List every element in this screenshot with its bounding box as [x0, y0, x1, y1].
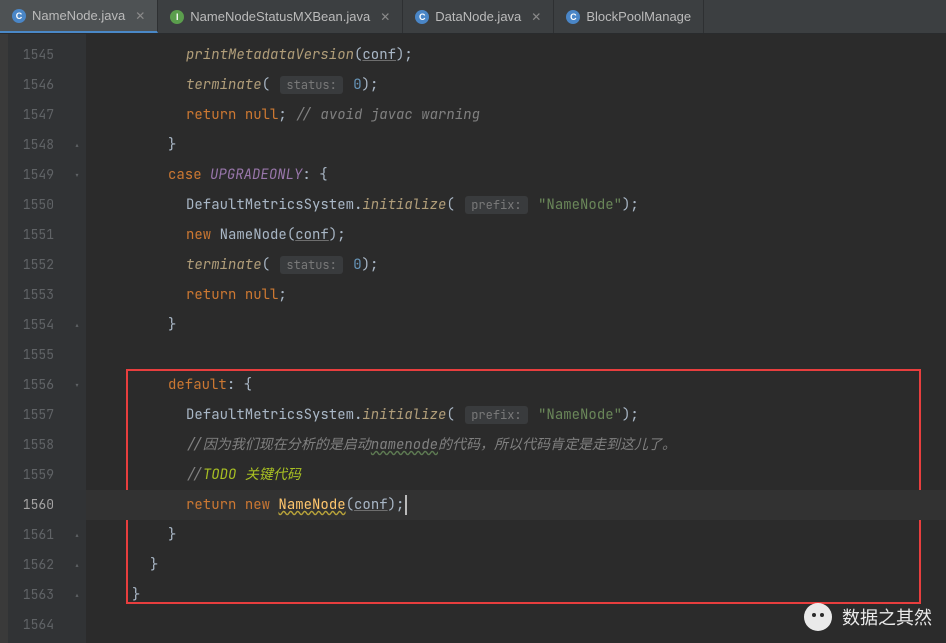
- line-number[interactable]: 1553: [8, 280, 68, 310]
- interface-icon: I: [170, 10, 184, 24]
- line-number[interactable]: 1555: [8, 340, 68, 370]
- code-line[interactable]: return new NameNode(conf);: [86, 490, 946, 520]
- line-number[interactable]: 1556: [8, 370, 68, 400]
- line-number[interactable]: 1551: [8, 220, 68, 250]
- file-tab[interactable]: I NameNodeStatusMXBean.java ✕: [158, 0, 403, 33]
- class-icon: C: [12, 9, 26, 23]
- watermark: 数据之其然: [804, 603, 932, 631]
- fold-marker-icon[interactable]: ▴: [68, 520, 86, 550]
- line-number[interactable]: 1546: [8, 70, 68, 100]
- code-line[interactable]: return null;: [86, 280, 946, 310]
- fold-marker-icon[interactable]: ▾: [68, 160, 86, 190]
- line-number[interactable]: 1560: [8, 490, 68, 520]
- line-number[interactable]: 1557: [8, 400, 68, 430]
- code-line[interactable]: case UPGRADEONLY: {: [86, 160, 946, 190]
- code-line[interactable]: }: [86, 520, 946, 550]
- tab-label: NameNode.java: [32, 8, 125, 23]
- code-line[interactable]: //TODO 关键代码: [86, 460, 946, 490]
- line-number[interactable]: 1548: [8, 130, 68, 160]
- line-number[interactable]: 1562: [8, 550, 68, 580]
- code-line[interactable]: printMetadataVersion(conf);: [86, 40, 946, 70]
- file-tab[interactable]: C DataNode.java ✕: [403, 0, 554, 33]
- code-line[interactable]: terminate( status: 0);: [86, 70, 946, 100]
- fold-marker-icon[interactable]: ▴: [68, 130, 86, 160]
- fold-slot: [68, 460, 86, 490]
- code-line[interactable]: new NameNode(conf);: [86, 220, 946, 250]
- close-icon[interactable]: ✕: [135, 9, 145, 23]
- fold-column: ▴▾▴▾▴▴▴: [68, 34, 86, 643]
- fold-slot: [68, 220, 86, 250]
- code-line[interactable]: }: [86, 130, 946, 160]
- code-line[interactable]: }: [86, 550, 946, 580]
- file-tab[interactable]: C BlockPoolManage: [554, 0, 704, 33]
- class-icon: C: [566, 10, 580, 24]
- editor-tabs: C NameNode.java ✕ I NameNodeStatusMXBean.jav…: [0, 0, 946, 34]
- code-line[interactable]: terminate( status: 0);: [86, 250, 946, 280]
- code-line[interactable]: }: [86, 310, 946, 340]
- file-tab[interactable]: C NameNode.java ✕: [0, 0, 158, 33]
- line-number[interactable]: 1564: [8, 610, 68, 640]
- watermark-text: 数据之其然: [842, 604, 932, 630]
- code-line[interactable]: [86, 340, 946, 370]
- fold-slot: [68, 430, 86, 460]
- line-number[interactable]: 1547: [8, 100, 68, 130]
- caret: [405, 495, 407, 515]
- line-number[interactable]: 1563: [8, 580, 68, 610]
- line-number[interactable]: 1550: [8, 190, 68, 220]
- fold-slot: [68, 340, 86, 370]
- code-line[interactable]: DefaultMetricsSystem.initialize( prefix:…: [86, 400, 946, 430]
- fold-slot: [68, 100, 86, 130]
- code-line[interactable]: DefaultMetricsSystem.initialize( prefix:…: [86, 190, 946, 220]
- line-number-gutter: 1545154615471548154915501551155215531554…: [8, 34, 68, 643]
- fold-marker-icon[interactable]: ▾: [68, 370, 86, 400]
- fold-slot: [68, 490, 86, 520]
- fold-marker-icon[interactable]: ▴: [68, 550, 86, 580]
- code-line[interactable]: //因为我们现在分析的是启动namenode的代码，所以代码肯定是走到这儿了。: [86, 430, 946, 460]
- fold-slot: [68, 190, 86, 220]
- tab-label: BlockPoolManage: [586, 9, 691, 24]
- tab-label: DataNode.java: [435, 9, 521, 24]
- code-content[interactable]: printMetadataVersion(conf); terminate( s…: [86, 34, 946, 643]
- line-number[interactable]: 1559: [8, 460, 68, 490]
- editor-area: 1545154615471548154915501551155215531554…: [0, 34, 946, 643]
- fold-slot: [68, 610, 86, 640]
- fold-slot: [68, 280, 86, 310]
- fold-marker-icon[interactable]: ▴: [68, 580, 86, 610]
- line-number[interactable]: 1554: [8, 310, 68, 340]
- code-line[interactable]: return null; // avoid javac warning: [86, 100, 946, 130]
- left-stripe: [0, 34, 8, 643]
- fold-slot: [68, 250, 86, 280]
- line-number[interactable]: 1552: [8, 250, 68, 280]
- line-number[interactable]: 1561: [8, 520, 68, 550]
- close-icon[interactable]: ✕: [531, 10, 541, 24]
- close-icon[interactable]: ✕: [380, 10, 390, 24]
- fold-slot: [68, 40, 86, 70]
- fold-marker-icon[interactable]: ▴: [68, 310, 86, 340]
- tab-label: NameNodeStatusMXBean.java: [190, 9, 370, 24]
- code-line[interactable]: default: {: [86, 370, 946, 400]
- wechat-icon: [804, 603, 832, 631]
- fold-slot: [68, 70, 86, 100]
- class-icon: C: [415, 10, 429, 24]
- fold-slot: [68, 400, 86, 430]
- line-number[interactable]: 1558: [8, 430, 68, 460]
- line-number[interactable]: 1549: [8, 160, 68, 190]
- line-number[interactable]: 1545: [8, 40, 68, 70]
